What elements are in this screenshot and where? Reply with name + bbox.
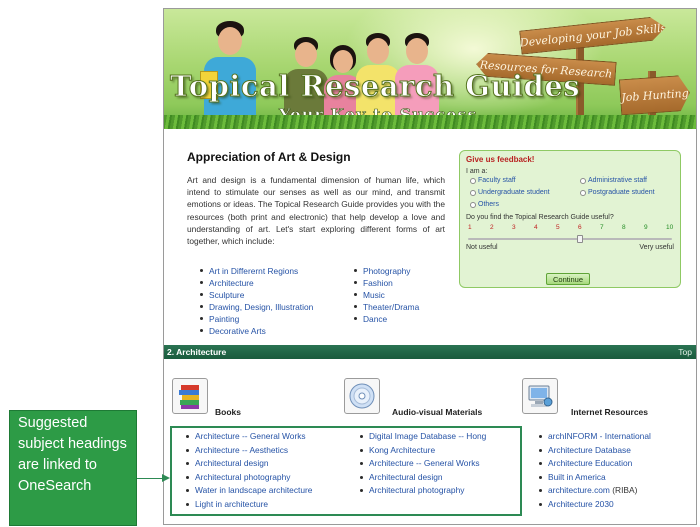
sign-job-hunting: Job Hunting [619,75,691,116]
feedback-box: Give us feedback! I am a: Faculty staff … [459,150,681,288]
art-form-link[interactable]: Music [354,289,419,301]
subject-heading-link-continued[interactable]: Kong Architecture [360,444,486,458]
art-form-link[interactable]: Dance [354,313,419,325]
subject-heading-link[interactable]: Architecture -- General Works [360,457,486,471]
radio-button[interactable] [580,177,586,184]
page-title: Appreciation of Art & Design [187,150,351,164]
art-form-link[interactable]: Architecture [200,277,313,289]
subject-heading-link[interactable]: Architectural design [360,471,486,485]
internet-resource-link-continued[interactable]: Architecture Database [539,444,651,458]
internet-resource-link[interactable]: Architecture Education [539,457,651,471]
section-header: 2. Architecture Top [164,345,696,359]
rating-number: 7 [600,224,604,231]
role-option-faculty[interactable]: Faculty staff [470,177,516,184]
slider-thumb[interactable] [577,235,583,243]
internet-resource-link[interactable]: architecture.com (RIBA) [539,484,651,498]
radio-button[interactable] [470,189,476,196]
very-useful-label: Very useful [639,244,674,251]
feedback-title: Give us feedback! [466,155,535,164]
rating-slider[interactable] [466,235,674,243]
rating-number: 9 [644,224,648,231]
rating-number: 8 [622,224,626,231]
art-form-link[interactable]: Photography [354,265,419,277]
internet-resource-link[interactable]: Architecture 2030 [539,498,651,512]
grass-strip [164,115,696,129]
riba-suffix: (RIBA) [612,485,638,496]
role-option-others[interactable]: Others [470,201,499,208]
av-title: Audio-visual Materials [392,407,483,417]
callout-arrow-head [162,474,170,482]
banner-title: Topical Research Guides [169,69,581,104]
role-option-admin[interactable]: Administrative staff [580,177,647,184]
rating-number: 2 [490,224,494,231]
guide-page: Developing your Job Skills Resources for… [163,8,697,525]
rating-number: 4 [534,224,538,231]
continue-button[interactable]: Continue [546,273,590,285]
rating-number: 3 [512,224,516,231]
role-option-postgrad[interactable]: Postgraduate student [580,189,655,196]
feedback-i-am-label: I am a: [466,168,488,175]
intro-paragraph: Art and design is a fundamental dimensio… [187,175,445,247]
art-form-link[interactable]: Fashion [354,277,419,289]
subject-heading-link[interactable]: Architecture -- General Works [186,430,312,444]
usefulness-question: Do you find the Topical Research Guide u… [466,214,614,221]
internet-title: Internet Resources [571,407,648,417]
scale-end-labels: Not useful Very useful [466,244,674,254]
role-option-undergrad[interactable]: Undergraduate student [470,189,550,196]
rating-number: 6 [578,224,582,231]
art-form-link[interactable]: Art in Differernt Regions [200,265,313,277]
subject-heading-link[interactable]: Architecture -- Aesthetics [186,444,312,458]
subject-heading-link[interactable]: Water in landscape architecture [186,484,312,498]
art-forms-list-left: Art in Differernt Regions Architecture S… [200,265,313,337]
rating-number: 10 [666,224,674,231]
top-link[interactable]: Top [678,347,692,357]
banner: Developing your Job Skills Resources for… [164,9,696,129]
subject-heading-link[interactable]: Architectural photography [186,471,312,485]
art-form-link[interactable]: Sculpture [200,289,313,301]
section-title: 2. Architecture [167,347,227,357]
books-links: Architecture -- General Works Architectu… [186,430,312,512]
role-options: Faculty staff Administrative staff Under… [466,177,674,211]
av-links: Digital Image Database -- Hong Kong Arch… [360,430,486,498]
slider-track-line [468,238,672,240]
internet-resource-link[interactable]: Built in America [539,471,651,485]
cd-icon [344,378,380,414]
computer-icon [522,378,558,414]
rating-scale: 1 2 3 4 5 6 7 8 9 10 [466,224,674,234]
subject-heading-link[interactable]: Architectural design [186,457,312,471]
rating-number: 1 [468,224,472,231]
art-form-link[interactable]: Decorative Arts [200,325,313,337]
art-forms-list-right: Photography Fashion Music Theater/Drama … [354,265,419,325]
not-useful-label: Not useful [466,244,498,251]
callout-box: Suggested subject headings are linked to… [9,410,137,526]
radio-button[interactable] [470,201,476,208]
books-title: Books [215,407,241,417]
art-form-link[interactable]: Theater/Drama [354,301,419,313]
radio-button[interactable] [470,177,476,184]
subject-heading-link[interactable]: Digital Image Database -- Hong [360,430,486,444]
internet-links: archINFORM - International Architecture … [539,430,651,512]
subject-heading-link[interactable]: Light in architecture [186,498,312,512]
internet-resource-link[interactable]: archINFORM - International [539,430,651,444]
radio-button[interactable] [580,189,586,196]
subject-heading-link[interactable]: Architectural photography [360,484,486,498]
books-icon [172,378,208,414]
art-form-link[interactable]: Painting [200,313,313,325]
art-form-link[interactable]: Drawing, Design, Illustration [200,301,313,313]
rating-number: 5 [556,224,560,231]
